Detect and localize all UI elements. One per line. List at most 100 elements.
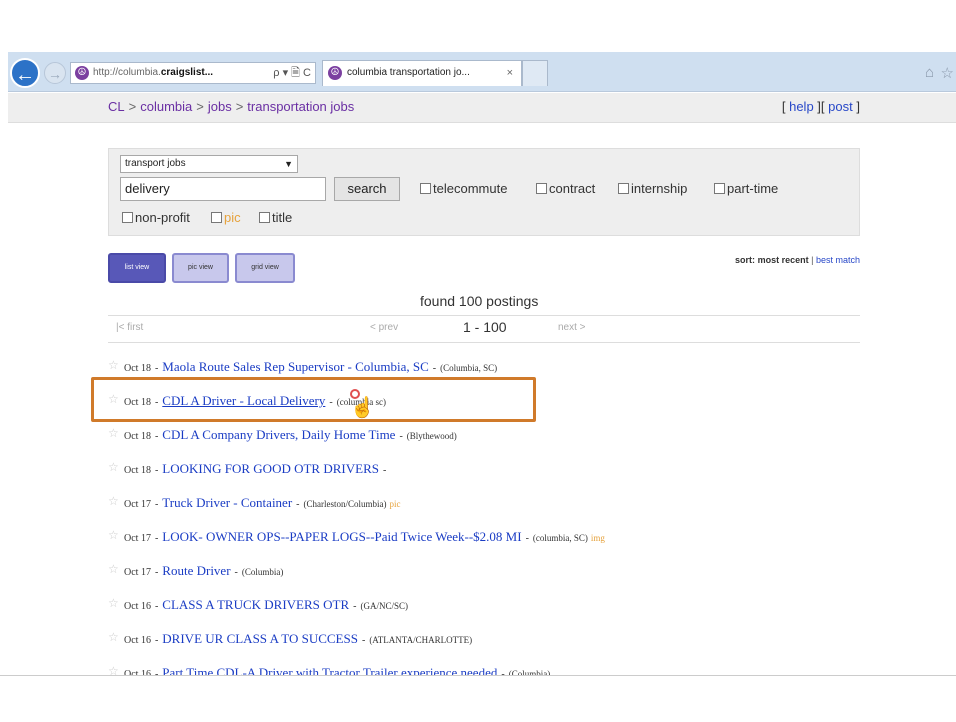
telecommute-checkbox[interactable]: telecommute: [420, 181, 507, 196]
posting-title-link[interactable]: DRIVE UR CLASS A TO SUCCESS: [162, 631, 358, 646]
list-item: ☆ Oct 17 - Route Driver - (Columbia): [108, 562, 888, 596]
forward-arrow-icon[interactable]: →: [44, 62, 66, 84]
new-tab-button[interactable]: [522, 60, 548, 86]
dash: -: [154, 397, 159, 408]
home-icon[interactable]: ⌂: [925, 64, 934, 81]
back-arrow-icon[interactable]: ←: [10, 58, 40, 88]
tab-favicon-icon: ☮: [328, 66, 342, 80]
posting-title-link[interactable]: LOOK- OWNER OPS--PAPER LOGS--Paid Twice …: [162, 529, 521, 544]
pic-view-button[interactable]: pic view: [172, 253, 229, 283]
results-count: found 100 postings: [420, 293, 539, 309]
sort-best-match[interactable]: best match: [816, 255, 860, 265]
posting-title-link[interactable]: CDL A Company Drivers, Daily Home Time: [162, 427, 395, 442]
posting-date: Oct 18: [124, 363, 151, 374]
dash: -: [154, 465, 159, 476]
category-select[interactable]: transport jobs ▼: [120, 155, 298, 173]
posting-location: (ATLANTA/CHARLOTTE): [369, 635, 473, 645]
checkbox-box[interactable]: [714, 183, 725, 194]
window-bottom-margin: [0, 675, 956, 722]
site-favicon-icon: ☮: [75, 66, 89, 80]
posting-date: Oct 18: [124, 465, 151, 476]
favorites-star-icon[interactable]: ☆: [941, 64, 954, 82]
checkbox-box[interactable]: [618, 183, 629, 194]
dash: -: [154, 567, 159, 578]
breadcrumb-separator: >: [235, 99, 244, 114]
favorite-star-icon[interactable]: ☆: [108, 358, 119, 372]
posting-title-link[interactable]: LOOKING FOR GOOD OTR DRIVERS: [162, 461, 379, 476]
dash: -: [329, 397, 333, 408]
dash: -: [154, 499, 159, 510]
posting-title-link[interactable]: Route Driver: [162, 563, 230, 578]
posting-title-link[interactable]: CLASS A TRUCK DRIVERS OTR: [162, 597, 349, 612]
post-link[interactable]: post: [828, 99, 853, 114]
favorite-star-icon[interactable]: ☆: [108, 426, 119, 440]
checkbox-label: title: [272, 210, 293, 225]
non-profit-checkbox[interactable]: non-profit: [122, 210, 190, 225]
pager-first[interactable]: |< first: [116, 322, 143, 333]
hand-cursor-icon: ☝: [350, 397, 375, 419]
search-button[interactable]: search: [334, 177, 400, 201]
help-link[interactable]: help: [789, 99, 814, 114]
posting-title-link[interactable]: Maola Route Sales Rep Supervisor - Colum…: [162, 359, 428, 374]
browser-tab[interactable]: ☮ columbia transportation jo... ×: [322, 60, 522, 86]
pager-prev[interactable]: < prev: [370, 322, 398, 333]
posting-title-link[interactable]: Truck Driver - Container: [162, 495, 292, 510]
posting-title-link[interactable]: CDL A Driver - Local Delivery: [162, 393, 325, 408]
address-bar[interactable]: ☮ http://columbia.craigslist... ρ ▾ 🗎 C: [70, 62, 316, 84]
pic-tag: img: [590, 533, 605, 543]
pic-checkbox[interactable]: pic: [211, 210, 241, 225]
checkbox-box[interactable]: [211, 212, 222, 223]
close-tab-icon[interactable]: ×: [507, 61, 513, 85]
dash: -: [361, 635, 366, 646]
dash: -: [234, 567, 238, 578]
grid-view-button[interactable]: grid view: [235, 253, 295, 283]
sort-options: sort: most recent | best match: [735, 255, 860, 265]
posting-date: Oct 18: [124, 431, 151, 442]
list-item: ☆ Oct 18 - CDL A Driver - Local Delivery…: [108, 392, 888, 426]
browser-toolbar: ← → ☮ http://columbia.craigslist... ρ ▾ …: [8, 52, 956, 92]
dash: -: [399, 431, 403, 442]
checkbox-box[interactable]: [420, 183, 431, 194]
listings: ☆ Oct 18 - Maola Route Sales Rep Supervi…: [108, 358, 888, 698]
favorite-star-icon[interactable]: ☆: [108, 630, 119, 644]
title-checkbox[interactable]: title: [259, 210, 292, 225]
dash: -: [382, 465, 387, 476]
posting-location: (Charleston/Columbia): [303, 499, 387, 509]
part-time-checkbox[interactable]: part-time: [714, 181, 778, 196]
sort-most-recent[interactable]: most recent: [758, 255, 809, 265]
posting-location: (Columbia): [241, 567, 284, 577]
posting-location: (Blythewood): [406, 431, 457, 441]
posting-date: Oct 17: [124, 499, 151, 510]
window-top-margin: [0, 0, 956, 52]
address-bar-tools-icon[interactable]: ρ ▾ 🗎 C: [273, 63, 311, 83]
dash: -: [154, 431, 159, 442]
breadcrumb-columbia[interactable]: columbia: [140, 99, 192, 114]
checkbox-box[interactable]: [122, 212, 133, 223]
checkbox-label: internship: [631, 181, 688, 196]
checkbox-box[interactable]: [536, 183, 547, 194]
posting-date: Oct 17: [124, 567, 151, 578]
favorite-star-icon[interactable]: ☆: [108, 392, 119, 406]
favorite-star-icon[interactable]: ☆: [108, 596, 119, 610]
list-item: ☆ Oct 18 - LOOKING FOR GOOD OTR DRIVERS …: [108, 460, 888, 494]
internship-checkbox[interactable]: internship: [618, 181, 687, 196]
search-form: transport jobs ▼ delivery search telecom…: [108, 148, 860, 236]
favorite-star-icon[interactable]: ☆: [108, 528, 119, 542]
favorite-star-icon[interactable]: ☆: [108, 562, 119, 576]
url-host: craigslist...: [160, 67, 214, 78]
contract-checkbox[interactable]: contract: [536, 181, 595, 196]
breadcrumb-transportation-jobs[interactable]: transportation jobs: [247, 99, 354, 114]
checkbox-label: contract: [549, 181, 596, 196]
posting-date: Oct 16: [124, 635, 151, 646]
pager-next[interactable]: next >: [558, 322, 586, 333]
site-header: CL > columbia > jobs > transportation jobs [ h…: [8, 93, 956, 123]
divider: [108, 342, 860, 343]
breadcrumb-jobs[interactable]: jobs: [208, 99, 232, 114]
dash: -: [432, 363, 437, 374]
checkbox-box[interactable]: [259, 212, 270, 223]
breadcrumb-cl[interactable]: CL: [108, 99, 125, 114]
favorite-star-icon[interactable]: ☆: [108, 494, 119, 508]
favorite-star-icon[interactable]: ☆: [108, 460, 119, 474]
search-input[interactable]: delivery: [120, 177, 326, 201]
list-view-button[interactable]: list view: [108, 253, 166, 283]
